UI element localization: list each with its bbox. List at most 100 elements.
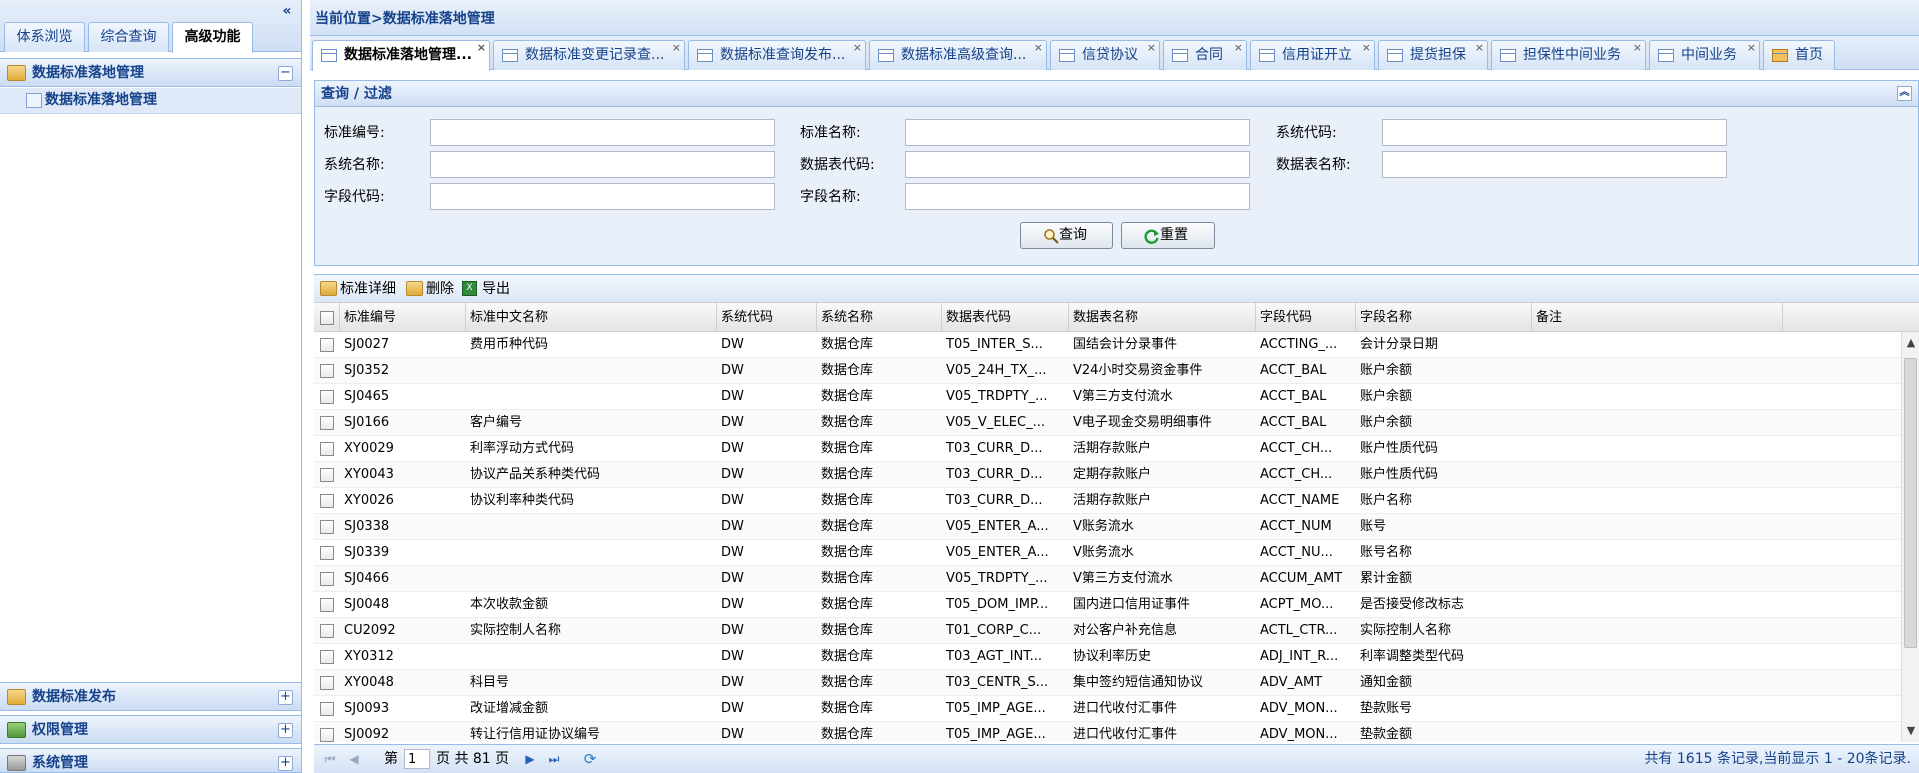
table-row[interactable]: SJ0093 改证增减金额 DW 数据仓库 T05_IMP_AGE... 进口代收付汇事件…	[314, 696, 1901, 722]
tab-guarantee-intermediate[interactable]: 担保性中间业务 ×	[1491, 40, 1646, 70]
expand-section-icon[interactable]: +	[278, 756, 293, 771]
tab-letter-of-credit[interactable]: 信用证开立 ×	[1250, 40, 1375, 70]
section-system[interactable]: 系统管理 +	[0, 748, 301, 773]
close-icon[interactable]: ×	[1747, 42, 1756, 54]
table-row[interactable]: SJ0027 费用币种代码 DW 数据仓库 T05_INTER_S... 国结会计分录事件…	[314, 332, 1901, 358]
sys-code-input[interactable]	[1382, 119, 1727, 146]
row-checkbox[interactable]	[320, 624, 334, 638]
row-checkbox[interactable]	[320, 572, 334, 586]
row-checkbox[interactable]	[320, 676, 334, 690]
close-icon[interactable]: ×	[1362, 42, 1371, 54]
table-name-input[interactable]	[1382, 151, 1727, 178]
next-page-icon[interactable]: ▶	[522, 751, 538, 767]
prev-page-icon[interactable]: ◀	[346, 751, 362, 767]
close-icon[interactable]: ×	[1234, 42, 1243, 54]
close-icon[interactable]: ×	[477, 42, 486, 54]
tab-change-record[interactable]: 数据标准变更记录查... ×	[493, 40, 685, 70]
delete-button[interactable]: 删除	[404, 279, 454, 299]
refresh-icon[interactable]: ⟳	[582, 751, 598, 767]
table-row[interactable]: SJ0092 转让行信用证协议编号 DW 数据仓库 T05_IMP_AGE... 进口代收…	[314, 722, 1901, 742]
table-code-input[interactable]	[905, 151, 1250, 178]
table-row[interactable]: XY0026 协议利率种类代码 DW 数据仓库 T03_CURR_D... 活期存款账户 A…	[314, 488, 1901, 514]
close-icon[interactable]: ×	[672, 42, 681, 54]
tab-credit-agreement[interactable]: 信贷协议 ×	[1050, 40, 1160, 70]
tab-comprehensive-query[interactable]: 综合查询	[88, 22, 169, 52]
table-row[interactable]: SJ0465 DW 数据仓库 V05_TRDPTY_... V第三方支付流水 ACCT_B…	[314, 384, 1901, 410]
close-icon[interactable]: ×	[1034, 42, 1043, 54]
section-standard-landing[interactable]: 数据标准落地管理 −	[0, 58, 301, 87]
scroll-thumb[interactable]	[1904, 358, 1917, 648]
row-checkbox[interactable]	[320, 442, 334, 456]
col-std-no[interactable]: 标准编号	[340, 303, 466, 332]
collapse-panel-icon[interactable]: ︽	[1897, 86, 1912, 101]
detail-button[interactable]: 标准详细	[318, 279, 396, 299]
close-icon[interactable]: ×	[853, 42, 862, 54]
row-checkbox[interactable]	[320, 416, 334, 430]
tab-intermediate-business[interactable]: 中间业务 ×	[1649, 40, 1760, 70]
row-checkbox[interactable]	[320, 728, 334, 742]
tree-item-standard-landing[interactable]: 数据标准落地管理	[0, 88, 301, 114]
tab-query-publish[interactable]: 数据标准查询发布... ×	[688, 40, 866, 70]
collapse-section-icon[interactable]: −	[278, 66, 293, 81]
table-row[interactable]: XY0043 协议产品关系种类代码 DW 数据仓库 T03_CURR_D... 定期存款账…	[314, 462, 1901, 488]
page-number-input[interactable]	[404, 749, 430, 769]
section-permission[interactable]: 权限管理 +	[0, 715, 301, 744]
vertical-scrollbar[interactable]: ▲ ▼	[1901, 332, 1919, 742]
table-row[interactable]: SJ0166 客户编号 DW 数据仓库 V05_V_ELEC_... V电子现金交易明细事…	[314, 410, 1901, 436]
row-checkbox[interactable]	[320, 468, 334, 482]
tab-advanced-query[interactable]: 数据标准高级查询... ×	[869, 40, 1047, 70]
table-row[interactable]: XY0048 科目号 DW 数据仓库 T03_CENTR_S... 集中签约短信通知协议 A…	[314, 670, 1901, 696]
export-button[interactable]: X 导出	[460, 279, 510, 299]
close-icon[interactable]: ×	[1147, 42, 1156, 54]
std-name-input[interactable]	[905, 119, 1250, 146]
field-code-input[interactable]	[430, 183, 775, 210]
row-checkbox[interactable]	[320, 494, 334, 508]
tab-delivery-guarantee[interactable]: 提货担保 ×	[1378, 40, 1488, 70]
collapse-left-icon[interactable]: «	[279, 4, 295, 20]
tab-standard-landing[interactable]: 数据标准落地管理... ×	[312, 40, 490, 71]
col-sys-code[interactable]: 系统代码	[717, 303, 817, 332]
query-button[interactable]: 查询	[1020, 222, 1113, 249]
col-std-cn-name[interactable]: 标准中文名称	[466, 303, 717, 332]
close-icon[interactable]: ×	[1475, 42, 1484, 54]
row-checkbox[interactable]	[320, 702, 334, 716]
close-icon[interactable]: ×	[1633, 42, 1642, 54]
select-all-checkbox[interactable]	[320, 311, 334, 325]
col-sys-name[interactable]: 系统名称	[817, 303, 942, 332]
section-standard-publish[interactable]: 数据标准发布 +	[0, 682, 301, 711]
table-row[interactable]: SJ0466 DW 数据仓库 V05_TRDPTY_... V第三方支付流水 ACCUM_…	[314, 566, 1901, 592]
row-checkbox[interactable]	[320, 650, 334, 664]
col-field-code[interactable]: 字段代码	[1256, 303, 1356, 332]
row-checkbox[interactable]	[320, 338, 334, 352]
tab-advanced-features[interactable]: 高级功能	[172, 22, 253, 53]
sys-name-input[interactable]	[430, 151, 775, 178]
tab-system-browse[interactable]: 体系浏览	[4, 22, 85, 52]
table-row[interactable]: XY0029 利率浮动方式代码 DW 数据仓库 T03_CURR_D... 活期存款账户 A…	[314, 436, 1901, 462]
tab-home[interactable]: 首页	[1763, 40, 1835, 70]
tab-contract[interactable]: 合同 ×	[1163, 40, 1247, 70]
row-checkbox[interactable]	[320, 390, 334, 404]
table-row[interactable]: XY0312 DW 数据仓库 T03_AGT_INT... 协议利率历史 ADJ_INT_…	[314, 644, 1901, 670]
reset-button[interactable]: 重置	[1121, 222, 1215, 249]
last-page-icon[interactable]: ⏭	[546, 751, 562, 767]
expand-section-icon[interactable]: +	[278, 723, 293, 738]
expand-section-icon[interactable]: +	[278, 690, 293, 705]
std-no-input[interactable]	[430, 119, 775, 146]
row-checkbox[interactable]	[320, 546, 334, 560]
row-checkbox[interactable]	[320, 598, 334, 612]
col-remark[interactable]: 备注	[1532, 303, 1783, 332]
table-row[interactable]: SJ0048 本次收款金额 DW 数据仓库 T05_DOM_IMP... 国内进口信用证事…	[314, 592, 1901, 618]
row-checkbox[interactable]	[320, 364, 334, 378]
col-table-name[interactable]: 数据表名称	[1069, 303, 1256, 332]
field-name-input[interactable]	[905, 183, 1250, 210]
col-field-name[interactable]: 字段名称	[1356, 303, 1532, 332]
scroll-up-icon[interactable]: ▲	[1902, 334, 1919, 352]
table-row[interactable]: SJ0338 DW 数据仓库 V05_ENTER_A... V账务流水 ACCT_NUM 账…	[314, 514, 1901, 540]
first-page-icon[interactable]: ⏮	[322, 751, 338, 767]
row-checkbox[interactable]	[320, 520, 334, 534]
table-row[interactable]: CU2092 实际控制人名称 DW 数据仓库 T01_CORP_C... 对公客户补充信息…	[314, 618, 1901, 644]
scroll-down-icon[interactable]: ▼	[1902, 722, 1919, 740]
table-row[interactable]: SJ0339 DW 数据仓库 V05_ENTER_A... V账务流水 ACCT_NU..…	[314, 540, 1901, 566]
col-table-code[interactable]: 数据表代码	[942, 303, 1069, 332]
table-row[interactable]: SJ0352 DW 数据仓库 V05_24H_TX_... V24小时交易资金事件 ACC…	[314, 358, 1901, 384]
